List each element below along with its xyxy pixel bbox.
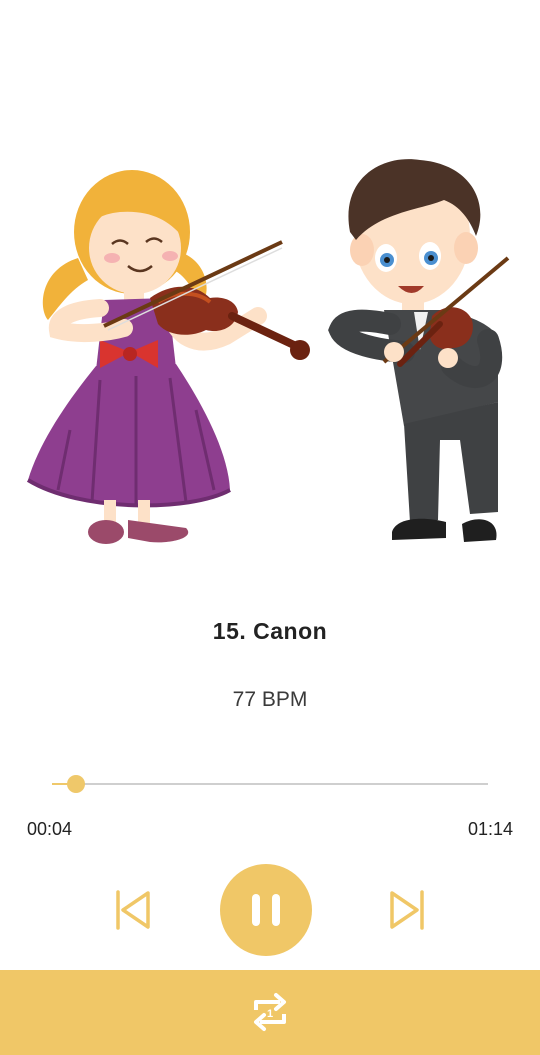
seek-thumb[interactable]: [66, 775, 85, 793]
seek-track: [52, 783, 488, 785]
boy-violinist-figure: [328, 159, 510, 542]
tempo-label: 77 BPM: [232, 688, 308, 711]
girl-violinist-figure: [26, 170, 310, 544]
repeat-badge: 1: [267, 1008, 273, 1020]
repeat-one-button[interactable]: 1: [248, 990, 292, 1034]
skip-previous-icon: [116, 890, 150, 930]
skip-next-icon: [390, 890, 424, 930]
pause-icon: [252, 894, 280, 926]
previous-track-button[interactable]: [112, 886, 156, 934]
music-player-screen: 15. Canon 77 BPM 00:04 01:14 1: [0, 0, 540, 1055]
repeat-one-icon: 1: [254, 993, 286, 1031]
violin-kids-illustration: [26, 159, 510, 544]
seek-slider[interactable]: [52, 770, 488, 798]
pause-button[interactable]: [220, 864, 312, 956]
track-title: 15. Canon: [212, 618, 328, 644]
elapsed-time: 00:04: [27, 819, 73, 839]
total-duration: 01:14: [467, 819, 513, 839]
next-track-button[interactable]: [384, 886, 428, 934]
bottom-toolbar: 1: [0, 970, 540, 1055]
